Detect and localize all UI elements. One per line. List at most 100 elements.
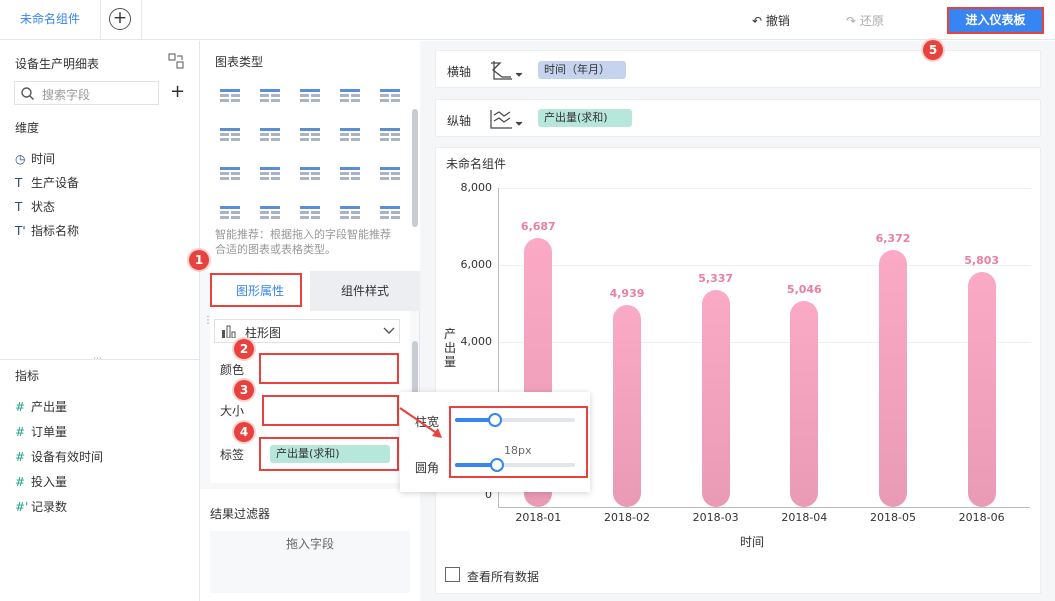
bar-1[interactable] bbox=[613, 305, 641, 507]
size-prop-field[interactable] bbox=[262, 395, 399, 426]
measure-item-label: 记录数 bbox=[31, 500, 68, 514]
hash-calc-icon: #' bbox=[15, 500, 29, 514]
chart-type-option-11[interactable] bbox=[259, 165, 281, 183]
chart-type-option-18[interactable] bbox=[339, 204, 361, 222]
dimension-title: 维度 bbox=[15, 121, 40, 135]
smart-hint: 智能推荐：根据拖入的字段智能推荐合适的图表或表格类型。 bbox=[215, 228, 391, 256]
dimension-item-label: 状态 bbox=[31, 200, 56, 214]
chart-type-option-15[interactable] bbox=[219, 204, 241, 222]
measure-item-label: 订单量 bbox=[31, 425, 68, 439]
y-axis-pill[interactable]: 产出量(求和) bbox=[538, 109, 632, 127]
search-box[interactable]: 搜索字段 bbox=[14, 81, 159, 105]
chart-type-option-2[interactable] bbox=[299, 87, 321, 105]
chart-type-option-6[interactable] bbox=[259, 126, 281, 144]
chart-type-option-19[interactable] bbox=[379, 204, 401, 222]
search-icon bbox=[21, 87, 34, 100]
chart-type-option-13[interactable] bbox=[339, 165, 361, 183]
chart-type-option-9[interactable] bbox=[379, 126, 401, 144]
measure-item-1[interactable]: # 订单量 bbox=[15, 423, 67, 440]
show-all-checkbox[interactable] bbox=[445, 567, 460, 582]
x-tick-label-2: 2018-03 bbox=[692, 511, 739, 524]
dimension-item-label: 指标名称 bbox=[31, 224, 80, 238]
chart-type-option-14[interactable] bbox=[379, 165, 401, 183]
add-tab-button[interactable]: + bbox=[109, 8, 131, 30]
measure-item-2[interactable]: # 设备有效时间 bbox=[15, 448, 103, 465]
dimension-item-label: 时间 bbox=[31, 152, 56, 166]
undo-button[interactable]: ↶ 撤销 bbox=[752, 12, 790, 29]
chart-type-scrollbar[interactable] bbox=[412, 109, 418, 227]
table-name: 设备生产明细表 bbox=[15, 57, 100, 71]
bar-value-label-1: 4,939 bbox=[609, 287, 645, 301]
search-input[interactable]: 搜索字段 bbox=[42, 86, 90, 103]
switch-table-icon[interactable] bbox=[168, 53, 184, 69]
undo-label: 撤销 bbox=[765, 14, 790, 28]
dimension-item-1[interactable]: T 生产设备 bbox=[15, 174, 79, 191]
y-tick-label-1: 6,000 bbox=[460, 257, 493, 271]
color-prop-label: 颜色 bbox=[220, 363, 245, 377]
chart-select-value: 柱形图 bbox=[245, 326, 282, 340]
y-axis-title: 产出量 bbox=[444, 327, 457, 369]
label-pill[interactable]: 产出量(求和) bbox=[270, 445, 390, 463]
chart-type-option-12[interactable] bbox=[299, 165, 321, 183]
chart-type-option-16[interactable] bbox=[259, 204, 281, 222]
step-badge-4: 4 bbox=[234, 422, 254, 442]
bar-value-label-0: 6,687 bbox=[520, 220, 556, 234]
x-tick-label-3: 2018-04 bbox=[781, 511, 828, 524]
add-field-icon[interactable]: + bbox=[170, 81, 185, 102]
redo-button[interactable]: ↷ 还原 bbox=[846, 12, 884, 29]
bar-5[interactable] bbox=[967, 272, 996, 507]
chart-type-option-0[interactable] bbox=[219, 87, 241, 105]
tab-unnamed-component[interactable]: 未命名组件 bbox=[0, 0, 101, 40]
y-axis-box: 纵轴 产出量(求和) bbox=[435, 99, 1041, 137]
measure-item-label: 投入量 bbox=[31, 475, 68, 489]
measure-item-3[interactable]: # 投入量 bbox=[15, 473, 67, 490]
measure-item-0[interactable]: # 产出量 bbox=[15, 398, 67, 415]
measure-item-label: 产出量 bbox=[31, 400, 68, 414]
x-axis-pill[interactable]: 时间（年月） bbox=[538, 61, 626, 79]
chart-type-option-4[interactable] bbox=[379, 87, 401, 105]
chart-type-option-3[interactable] bbox=[339, 87, 361, 105]
bar-2[interactable] bbox=[701, 290, 730, 507]
chart-type-option-10[interactable] bbox=[219, 165, 241, 183]
top-bar: 未命名组件 + ↶ 撤销 ↷ 还原 进入仪表板 bbox=[0, 0, 1055, 40]
filter-drop-zone[interactable]: 拖入字段 bbox=[210, 531, 410, 593]
config-panel: 图表类型 智能推荐：根据拖入的字段智能推荐合适的图表或表格类型。 图形属性 组件… bbox=[200, 41, 420, 601]
grid-line-2 bbox=[499, 341, 1031, 343]
dimension-item-2[interactable]: T 状态 bbox=[15, 198, 55, 215]
chart-type-option-5[interactable] bbox=[219, 126, 241, 144]
dimension-item-0[interactable]: ◷ 时间 bbox=[15, 150, 55, 167]
bar-value-label-2: 5,337 bbox=[698, 272, 734, 286]
bar-chart-icon bbox=[222, 325, 236, 338]
redo-label: 还原 bbox=[859, 14, 884, 28]
hash-icon: # bbox=[15, 400, 26, 414]
text-calc-icon: T' bbox=[15, 224, 26, 238]
x-tick-label-5: 2018-06 bbox=[958, 511, 1005, 524]
step-badge-5: 5 bbox=[923, 40, 943, 60]
y-axis-label: 纵轴 bbox=[447, 114, 472, 128]
resize-handle-icon[interactable]: ⋯ bbox=[93, 354, 102, 364]
bar-4[interactable] bbox=[879, 250, 907, 507]
measure-item-4[interactable]: #' 记录数 bbox=[15, 498, 67, 515]
chevron-down-icon bbox=[383, 327, 395, 334]
tab-component-style[interactable]: 组件样式 bbox=[310, 271, 420, 311]
bar-3[interactable] bbox=[790, 301, 819, 507]
chart-type-option-1[interactable] bbox=[259, 87, 281, 105]
x-axis-label: 横轴 bbox=[447, 65, 472, 79]
chart-type-option-7[interactable] bbox=[299, 126, 321, 144]
measure-item-label: 设备有效时间 bbox=[31, 450, 104, 464]
hash-icon: # bbox=[15, 425, 26, 439]
grid-line-0 bbox=[499, 188, 1031, 189]
dimension-item-3[interactable]: T' 指标名称 bbox=[15, 222, 79, 239]
chart-type-option-17[interactable] bbox=[299, 204, 321, 222]
tab-divider bbox=[141, 0, 142, 40]
chart-type-option-8[interactable] bbox=[339, 126, 361, 144]
x-axis-chart-type-icon[interactable] bbox=[490, 60, 524, 80]
enter-dashboard-button[interactable]: 进入仪表板 bbox=[947, 7, 1044, 34]
x-tick-label-4: 2018-05 bbox=[870, 511, 916, 524]
y-axis-chart-type-icon[interactable] bbox=[490, 109, 524, 129]
drag-handle-icon[interactable]: ⋮ bbox=[203, 315, 213, 326]
size-prop-label: 大小 bbox=[220, 404, 245, 418]
bar-value-label-4: 6,372 bbox=[875, 232, 911, 246]
color-prop-field[interactable] bbox=[259, 353, 399, 384]
x-axis-line bbox=[498, 507, 1030, 508]
